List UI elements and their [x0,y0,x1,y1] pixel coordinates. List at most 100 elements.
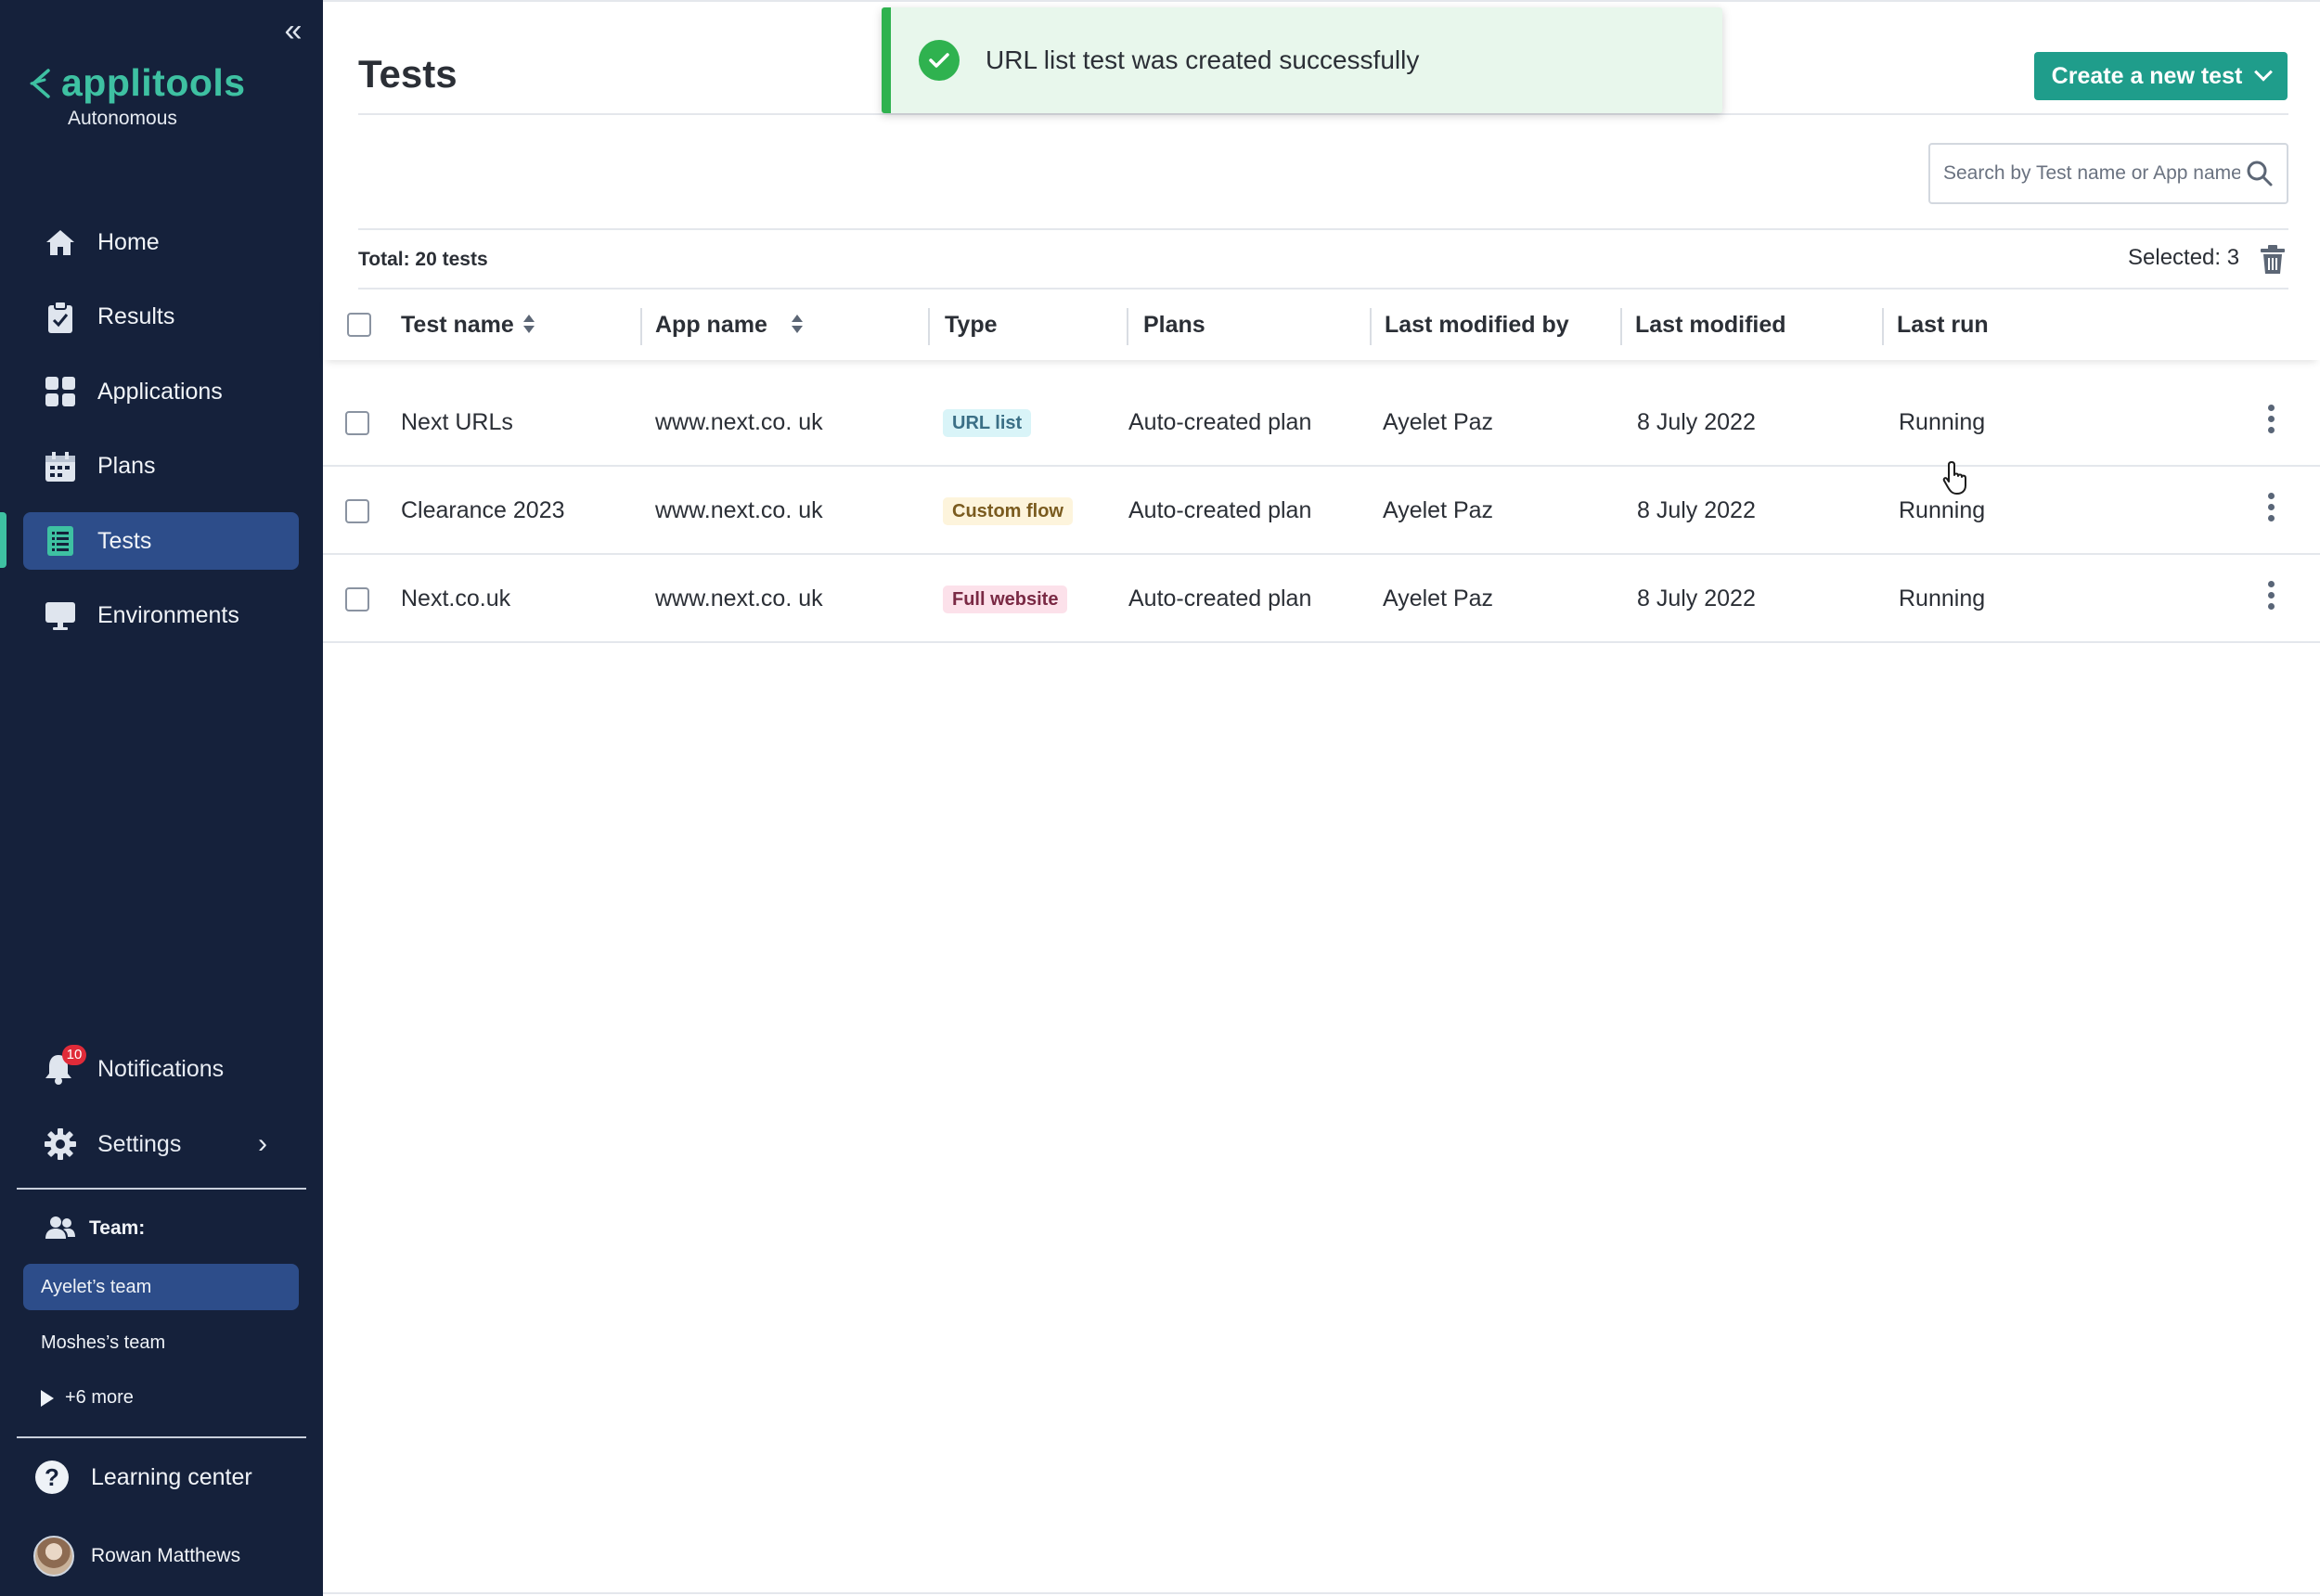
app-name-cell: www.next.co. uk [655,409,823,435]
nav-item-applications[interactable]: Applications [23,363,299,420]
type-cell: Full website [943,555,1068,643]
nav-item-label: Results [97,303,175,329]
test-name-cell: Next.co.uk [401,586,511,611]
chevron-down-icon [2254,62,2274,82]
applitools-logo[interactable]: applitools [26,61,246,105]
column-separator[interactable] [1127,308,1128,345]
toast-message: URL list test was created successfully [986,45,1420,74]
test-name-cell: Clearance 2023 [401,497,565,523]
type-tag-url-list: URL list [943,408,1032,437]
clipboard-check-icon [44,300,77,334]
nav-item-settings[interactable]: Settings › [23,1115,299,1173]
app-name-cell: www.next.co. uk [655,586,823,611]
test-name-cell: Next URLs [401,409,513,435]
brand-name: applitools [61,61,246,104]
type-tag-custom-flow: Custom flow [943,496,1073,525]
row-checkbox[interactable] [345,411,369,435]
column-header-label: App name [655,311,767,338]
active-nav-indicator [0,512,6,568]
modified-date-cell: 8 July 2022 [1637,586,1756,611]
nav-item-environments[interactable]: Environments [23,587,299,645]
sidebar-divider [17,1188,306,1190]
search-icon[interactable] [2246,160,2274,187]
modified-by-cell: Ayelet Paz [1383,409,1494,435]
nav-item-label: Plans [97,453,156,479]
nav-item-label: Environments [97,602,239,628]
nav-item-label: Tests [97,527,152,554]
collapse-sidebar-icon[interactable]: « [280,15,306,46]
nav-item-label: Settings [97,1130,182,1157]
plan-cell: Auto-created plan [1128,409,1312,435]
column-separator[interactable] [1620,308,1622,345]
user-profile[interactable]: Rowan Matthews [33,1536,240,1577]
applitools-logo-mark-icon [30,68,50,98]
help-icon: ? [35,1461,69,1494]
team-item-moshes[interactable]: Moshes’s team [23,1319,299,1366]
column-header-last-run[interactable]: Last run [1897,290,1989,360]
modified-by-cell: Ayelet Paz [1383,586,1494,611]
modified-date-cell: 8 July 2022 [1637,409,1756,435]
user-name: Rowan Matthews [91,1545,241,1566]
nav-item-label: Notifications [97,1055,225,1082]
table-row[interactable]: Next.co.uk www.next.co. uk Full website … [323,555,2320,643]
row-menu-icon[interactable] [2264,581,2277,618]
type-tag-full-website: Full website [943,585,1068,613]
row-checkbox[interactable] [345,587,369,611]
total-tests-count: Total: 20 tests [358,249,488,270]
nav-item-home[interactable]: Home [23,213,299,271]
top-border [323,0,2320,2]
grid-icon [44,375,77,408]
table-row[interactable]: Next URLs www.next.co. uk URL list Auto-… [323,379,2320,467]
main-content: Tests Create a new test URL list test wa… [323,0,2320,1596]
column-header-last-modified[interactable]: Last modified [1635,290,1786,360]
app-name-cell: www.next.co. uk [655,497,823,523]
column-header-plans[interactable]: Plans [1143,290,1205,360]
learning-center-link[interactable]: ? Learning center [35,1461,252,1494]
search-input[interactable] [1943,162,2240,185]
column-separator[interactable] [640,308,642,345]
team-icon [45,1216,76,1242]
bottom-border [323,1592,2320,1594]
row-menu-icon[interactable] [2264,405,2277,442]
home-icon [44,225,77,259]
nav-item-notifications[interactable]: 10 Notifications [23,1041,299,1097]
select-all-checkbox[interactable] [347,313,371,337]
calendar-icon [44,450,77,483]
gear-icon [44,1127,77,1161]
modified-by-cell: Ayelet Paz [1383,497,1494,523]
row-menu-icon[interactable] [2264,493,2277,530]
nav-item-label: Home [97,228,160,255]
type-cell: URL list [943,379,1032,467]
plan-cell: Auto-created plan [1128,497,1312,523]
type-cell: Custom flow [943,467,1073,555]
table-header: Test name App name Type Plans Last modif… [323,290,2320,360]
toolbar-divider [358,228,2288,230]
hand-cursor-icon [1942,461,1966,495]
column-header-app-name[interactable]: App name [655,290,803,360]
nav-item-tests[interactable]: Tests [23,512,299,570]
team-label-text: Team: [89,1217,146,1239]
check-circle-icon [919,40,960,81]
column-header-last-modified-by[interactable]: Last modified by [1385,290,1569,360]
create-new-test-button[interactable]: Create a new test [2034,52,2288,100]
sidebar: « applitools Autonomous Home Results App… [0,0,323,1596]
column-header-test-name[interactable]: Test name [401,290,535,360]
column-header-type[interactable]: Type [945,290,998,360]
more-teams-toggle[interactable]: +6 more [41,1387,134,1409]
search-box [1928,143,2288,204]
nav-item-results[interactable]: Results [23,289,299,346]
caret-right-icon [41,1389,54,1407]
sort-icon[interactable] [522,315,535,335]
row-checkbox[interactable] [345,499,369,523]
create-new-test-label: Create a new test [2051,62,2243,89]
trash-icon[interactable] [2259,245,2287,275]
column-separator[interactable] [1370,308,1372,345]
sort-icon[interactable] [791,315,803,335]
notification-count-badge: 10 [62,1045,86,1065]
table-row[interactable]: Clearance 2023 www.next.co. uk Custom fl… [323,467,2320,555]
column-separator[interactable] [928,308,930,345]
modified-date-cell: 8 July 2022 [1637,497,1756,523]
column-separator[interactable] [1882,308,1884,345]
nav-item-plans[interactable]: Plans [23,438,299,496]
team-item-ayelet[interactable]: Ayelet’s team [23,1264,299,1310]
